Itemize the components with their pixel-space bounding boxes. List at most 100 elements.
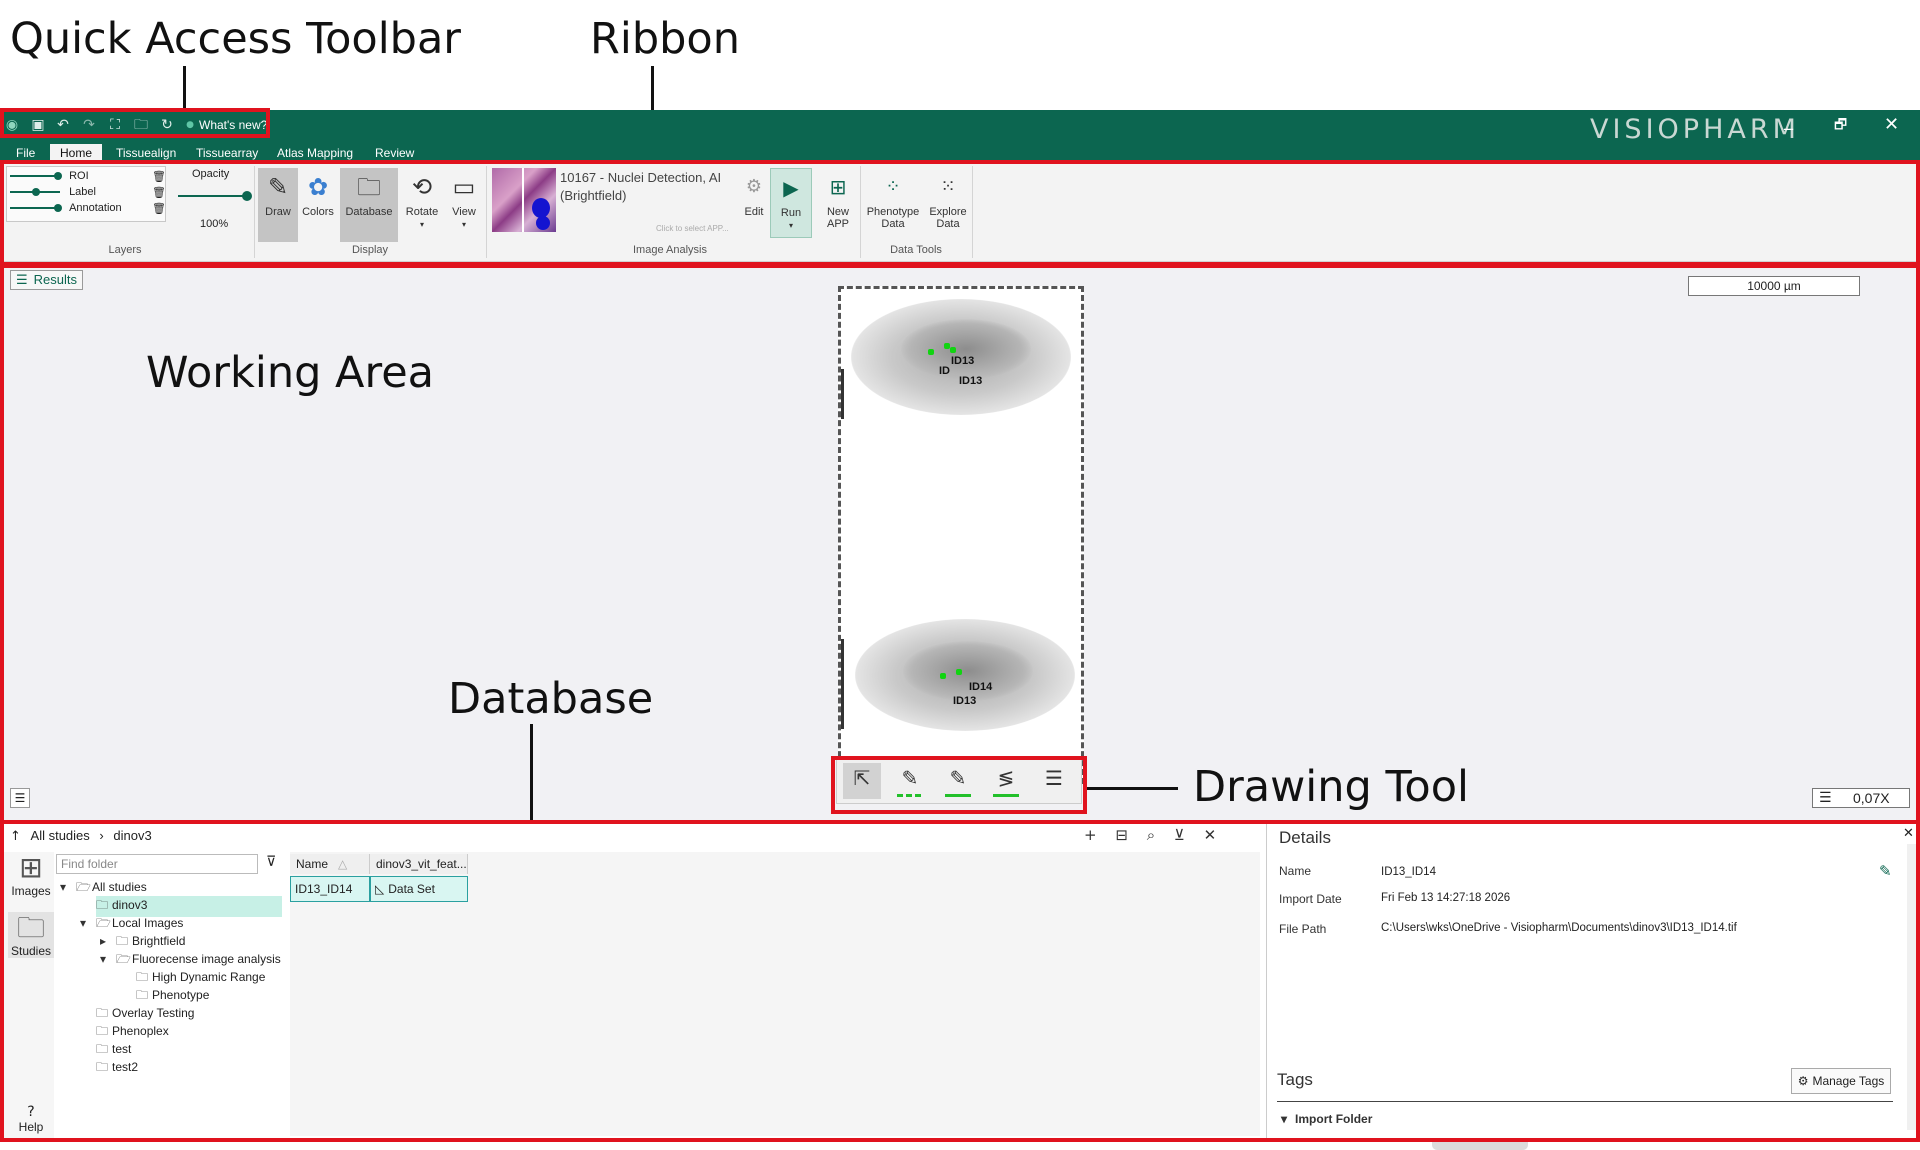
details-import-label: Import Date <box>1279 892 1342 906</box>
tab-file[interactable]: File <box>6 144 45 162</box>
tree-item[interactable]: 🗀 test2 <box>96 1058 138 1079</box>
opacity-slider[interactable] <box>178 191 252 201</box>
layer-menu-icon[interactable]: ☰ <box>10 788 30 808</box>
details-name-value: ID13_ID14 <box>1381 866 1436 878</box>
callout-line-qat <box>183 66 186 108</box>
studies-nav-button[interactable]: 🗀 Studies <box>8 912 54 958</box>
import-folder-group[interactable]: ▾ Import Folder <box>1281 1112 1372 1126</box>
region-label: ID14 <box>969 681 993 693</box>
clear-filter-icon[interactable]: ⊻ <box>1174 826 1185 844</box>
find-folder-input[interactable]: Find folder <box>56 854 258 874</box>
zoom-level[interactable]: ☰ 0,07X <box>1812 788 1910 808</box>
layer-roi[interactable]: ROI <box>10 170 89 182</box>
layer-slider[interactable] <box>10 204 62 213</box>
breadcrumb: ↑ All studies › dinov3 <box>10 828 152 844</box>
delete-annotation-icon[interactable]: 🗑 <box>152 202 166 215</box>
breadcrumb-root[interactable]: All studies <box>31 828 90 843</box>
title-bar: ◉ ▣ ↶ ↷ ⛶ 🗀 ↻ ● What's new? VISIOPHARM _… <box>0 110 1920 145</box>
open-folder-icon[interactable]: 🗀 <box>133 117 149 133</box>
breadcrumb-current[interactable]: dinov3 <box>113 828 151 843</box>
layer-slider[interactable] <box>10 188 60 197</box>
tab-tissuealign[interactable]: Tissuealign <box>106 144 186 162</box>
callout-working-area: Working Area <box>146 348 435 398</box>
details-name-label: Name <box>1279 864 1312 878</box>
layer-label: Label <box>69 186 96 198</box>
fullscreen-icon[interactable]: ⛶ <box>107 117 123 133</box>
new-app-button[interactable]: ⊞ New APP <box>818 168 858 242</box>
colors-icon: ✿ <box>307 173 329 201</box>
tab-review[interactable]: Review <box>365 144 424 162</box>
tab-atlas-mapping[interactable]: Atlas Mapping <box>267 144 363 162</box>
working-area[interactable]: ☰ Results 10000 µm ID13 ID ID13 ID14 ID13… <box>0 262 1920 822</box>
folder-icon: 🗀 <box>357 173 381 201</box>
pencil-dashed-icon: ✎ <box>901 766 919 790</box>
callout-database: Database <box>448 674 654 724</box>
rotate-button[interactable]: ⟲ Rotate ▾ <box>402 168 442 242</box>
table-row-name[interactable]: ID13_ID14 <box>290 876 370 902</box>
database-button[interactable]: 🗀 Database <box>340 168 398 242</box>
draw-dashed-tool-button[interactable]: ✎ <box>891 763 929 799</box>
edit-button[interactable]: ⚙ Edit <box>734 168 774 242</box>
tab-home[interactable]: Home <box>50 144 103 162</box>
app-thumbnail[interactable] <box>492 168 556 232</box>
chevron-down-icon: ▾ <box>1281 1112 1288 1126</box>
images-nav-button[interactable]: ⊞ Images <box>8 851 54 899</box>
region-label: ID13 <box>959 375 983 387</box>
help-nav-button[interactable]: ? Help <box>8 1104 54 1134</box>
minimize-button[interactable]: _ <box>1784 110 1793 131</box>
close-button[interactable]: ✕ <box>1884 114 1899 135</box>
details-import-value: Fri Feb 13 14:27:18 2026 <box>1381 892 1511 904</box>
up-arrow-icon[interactable]: ↑ <box>10 829 21 844</box>
undo-icon[interactable]: ↶ <box>55 117 71 133</box>
close-details-icon[interactable]: ✕ <box>1903 826 1914 841</box>
explore-data-button[interactable]: ⁙ Explore Data <box>926 168 970 242</box>
columns-icon[interactable]: ⊟ <box>1115 826 1128 844</box>
view-button[interactable]: ▭ View ▾ <box>444 168 484 242</box>
delete-label-icon[interactable]: 🗑 <box>152 186 166 199</box>
manage-tags-button[interactable]: ⚙ Manage Tags <box>1791 1068 1891 1094</box>
draw-tool-button[interactable]: ✎ <box>939 763 977 799</box>
gear-icon: ⚙ <box>745 176 763 197</box>
help-icon: ? <box>27 1104 35 1120</box>
view-icon: ▭ <box>452 173 476 201</box>
app-logo-icon: ◉ <box>5 117 19 133</box>
menu-icon: ☰ <box>16 273 28 288</box>
table-row-type[interactable]: ◺ Data Set <box>370 876 468 902</box>
slide-image[interactable]: ID13 ID ID13 ID14 ID13 <box>838 286 1084 784</box>
layer-label-row[interactable]: Label <box>10 186 96 198</box>
tab-tissuearray[interactable]: Tissuearray <box>186 144 268 162</box>
filter-icon[interactable]: ⊽ <box>266 854 276 870</box>
layer-label: ROI <box>69 170 89 182</box>
freehand-tool-button[interactable]: ≶ <box>987 763 1025 799</box>
run-button[interactable]: ▶ Run ▾ <box>770 168 812 238</box>
results-button[interactable]: ☰ Results <box>10 270 84 290</box>
select-tool-button[interactable]: ⇱ <box>843 763 881 799</box>
restore-button[interactable]: 🗗 <box>1834 114 1847 138</box>
app-name-line1[interactable]: 10167 - Nuclei Detection, AI <box>560 170 721 185</box>
search-icon[interactable]: ⌕ <box>1147 826 1155 844</box>
whats-new-link[interactable]: What's new? <box>199 118 267 132</box>
colors-button[interactable]: ✿ Colors <box>298 168 338 242</box>
redo-icon[interactable]: ↷ <box>81 117 97 133</box>
scatter-icon: ⁙ <box>940 176 956 197</box>
app-select-hint[interactable]: Click to select APP... <box>656 224 729 233</box>
save-icon[interactable]: ▣ <box>30 117 46 133</box>
layer-slider[interactable] <box>10 172 62 181</box>
refresh-icon[interactable]: ↻ <box>159 117 175 133</box>
column-header-name[interactable]: Name △ <box>290 854 370 874</box>
menu-icon: ☰ <box>1819 790 1832 806</box>
grid-icon: ⊞ <box>19 851 43 884</box>
more-tools-button[interactable]: ☰ <box>1035 763 1073 799</box>
scale-bar: 10000 µm <box>1688 276 1860 296</box>
edit-name-icon[interactable]: ✎ <box>1879 862 1892 880</box>
column-header-feature[interactable]: dinov3_vit_feat... <box>370 854 468 874</box>
app-name-line2[interactable]: (Brightfield) <box>560 188 626 203</box>
add-icon[interactable]: + <box>1084 826 1097 844</box>
details-scrollbar[interactable] <box>1907 844 1917 1130</box>
draw-button[interactable]: ✎ Draw <box>258 168 298 242</box>
phenotype-data-button[interactable]: ⁘ Phenotype Data <box>864 168 922 242</box>
close-panel-icon[interactable]: ✕ <box>1204 826 1217 844</box>
layer-annotation[interactable]: Annotation <box>10 202 122 214</box>
delete-roi-icon[interactable]: 🗑 <box>152 170 166 183</box>
details-path-value: C:\Users\wks\OneDrive - Visiopharm\Docum… <box>1381 922 1737 934</box>
